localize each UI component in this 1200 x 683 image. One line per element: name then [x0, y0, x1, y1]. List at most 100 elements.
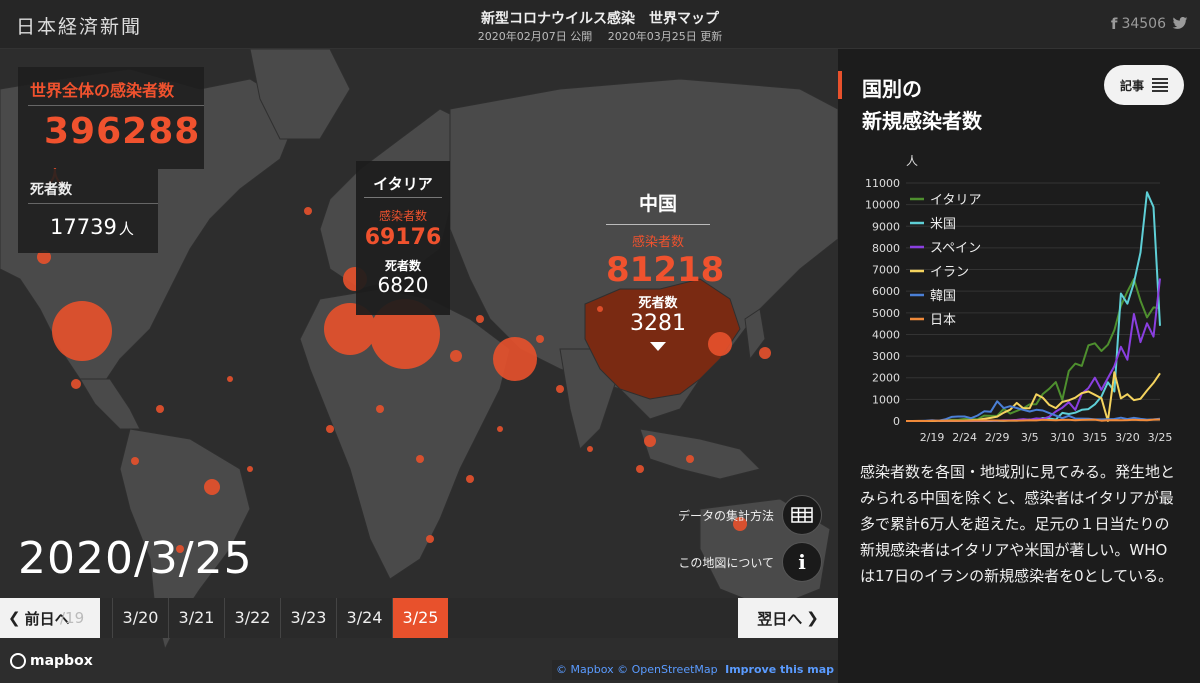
mapbox-text: mapbox: [30, 653, 93, 669]
date-navigation: ❮ 前日へ /19 3/20 3/21 3/22 3/23 3/24 3/25 翌日へ ❯: [0, 598, 838, 638]
x-tick-label: 3/10: [1050, 431, 1075, 444]
facebook-icon[interactable]: f: [1111, 15, 1118, 33]
sidebar-title: 国別の 新規感染者数: [862, 73, 982, 137]
date-item-3-22[interactable]: 3/22: [224, 598, 280, 638]
legend-label: イタリア: [930, 193, 981, 208]
twitter-icon[interactable]: [1172, 15, 1188, 31]
legend-label: 米国: [930, 217, 956, 232]
china-infected-value: 81218: [606, 250, 725, 290]
method-button[interactable]: データの集計方法: [678, 495, 822, 535]
china-death-value: 3281: [630, 311, 686, 336]
mapbox-icon: [10, 653, 26, 669]
series-line-3: [906, 371, 1161, 422]
y-tick-label: 7000: [872, 264, 900, 277]
italy-tooltip: イタリア 感染者数 69176 死者数 6820: [356, 161, 450, 315]
map-attribution[interactable]: © Mapbox © OpenStreetMap Improve this ma…: [552, 660, 838, 680]
current-date: 2020/3/25: [18, 533, 253, 584]
article-label: 記事: [1119, 78, 1144, 93]
x-tick-label: 3/25: [1148, 431, 1173, 444]
x-tick-label: 3/20: [1115, 431, 1140, 444]
new-cases-chart: 人 0 1000 2000 3000 4000 5000 6000 7000 8000 9000 10…: [865, 154, 1173, 444]
y-tick-label: 10000: [865, 199, 900, 212]
about-label: この地図について: [678, 555, 774, 570]
method-label: データの集計方法: [677, 508, 774, 523]
publish-dates: 2020年02月07日 公開 2020年03月25日 更新: [0, 28, 1200, 44]
table-icon[interactable]: [782, 495, 822, 535]
x-tick-label: 3/5: [1021, 431, 1039, 444]
world-infected-panel: 世界全体の感染者数 396288人: [18, 67, 204, 189]
published-date: 2020年02月07日 公開: [477, 30, 593, 43]
world-death-number: 17739: [50, 215, 117, 239]
improve-map-link[interactable]: Improve this map: [725, 663, 834, 676]
header-bar: 日本経済新聞 新型コロナウイルス感染 世界マップ 2020年02月07日 公開 …: [0, 0, 1200, 49]
sidebar-title-line2: 新規感染者数: [862, 109, 982, 133]
world-death-unit: 人: [118, 220, 134, 238]
date-item-3-21[interactable]: 3/21: [168, 598, 224, 638]
prev-date-ghost: /19: [60, 609, 85, 627]
x-tick-label: 2/19: [920, 431, 945, 444]
divider: [28, 105, 204, 106]
y-tick-label: 8000: [872, 242, 900, 255]
x-tick-label: 2/29: [985, 431, 1010, 444]
china-pointer-icon: [650, 342, 666, 351]
page-title: 新型コロナウイルス感染 世界マップ: [481, 11, 719, 27]
share-area: f 34506: [1111, 15, 1188, 33]
y-tick-label: 4000: [872, 328, 900, 341]
attribution-text[interactable]: © Mapbox © OpenStreetMap: [556, 663, 718, 676]
y-tick-label: 3000: [872, 350, 900, 363]
world-infected-label: 世界全体の感染者数: [30, 81, 175, 100]
updated-date: 2020年03月25日 更新: [607, 30, 723, 43]
world-death-panel: 死者数 17739 人: [18, 169, 158, 253]
world-death-label: 死者数: [30, 182, 72, 198]
italy-death-label: 死者数: [384, 259, 421, 273]
china-death-label: 死者数: [638, 296, 678, 311]
next-day-label: 翌日へ: [757, 609, 803, 628]
italy-infected-value: 69176: [364, 225, 442, 250]
x-tick-label: 2/24: [952, 431, 977, 444]
article-button[interactable]: 記事: [1104, 65, 1184, 105]
chevron-left-icon: ❮: [8, 609, 21, 627]
legend-label: 日本: [930, 313, 956, 328]
italy-death-value: 6820: [377, 273, 429, 297]
legend-label: 韓国: [930, 289, 956, 304]
legend-label: スペイン: [930, 241, 981, 256]
date-item-3-20[interactable]: 3/20: [112, 598, 168, 638]
china-name: 中国: [638, 193, 677, 215]
mapbox-logo[interactable]: mapbox: [10, 653, 93, 669]
y-tick-label: 5000: [872, 307, 900, 320]
divider: [28, 203, 158, 204]
date-item-3-24[interactable]: 3/24: [336, 598, 392, 638]
divider: [606, 224, 710, 225]
italy-name: イタリア: [373, 175, 433, 193]
y-axis-unit: 人: [906, 154, 918, 168]
x-tick-label: 3/15: [1083, 431, 1108, 444]
y-tick-label: 9000: [872, 220, 900, 233]
series-line-5: [906, 418, 1161, 422]
china-tooltip: 中国 感染者数 81218 死者数 3281: [606, 189, 725, 351]
info-icon[interactable]: i: [782, 542, 822, 582]
info-glyph: i: [798, 550, 806, 574]
chevron-right-icon: ❯: [806, 609, 819, 627]
world-map[interactable]: 世界全体の感染者数 396288人 死者数 17739人 イタリア 感染者数 6…: [0, 49, 838, 683]
about-map-button[interactable]: この地図について i: [678, 542, 822, 582]
accent-bar: [838, 71, 842, 99]
article-list-icon: [1152, 78, 1168, 92]
china-infected-label: 感染者数: [631, 235, 684, 250]
y-tick-label: 0: [893, 415, 900, 428]
sidebar: 国別の 新規感染者数 記事 人 0 1000 2000 3000 4000 5000 6000…: [838, 49, 1200, 683]
y-tick-label: 11000: [865, 177, 900, 190]
y-tick-label: 2000: [872, 372, 900, 385]
divider: [364, 197, 442, 198]
legend-label: イラン: [930, 265, 969, 280]
date-item-3-23[interactable]: 3/23: [280, 598, 336, 638]
world-infected-number: 396288: [44, 111, 201, 152]
next-day-button[interactable]: 翌日へ ❯: [738, 598, 838, 638]
y-tick-label: 6000: [872, 285, 900, 298]
share-count: 34506: [1121, 16, 1166, 32]
sidebar-title-line1: 国別の: [862, 77, 922, 101]
italy-infected-label: 感染者数: [378, 209, 427, 223]
world-death-value: 17739 人: [50, 215, 134, 239]
prev-day-button[interactable]: ❮ 前日へ /19: [0, 598, 100, 638]
y-tick-label: 1000: [872, 393, 900, 406]
date-item-3-25[interactable]: 3/25: [392, 598, 448, 638]
